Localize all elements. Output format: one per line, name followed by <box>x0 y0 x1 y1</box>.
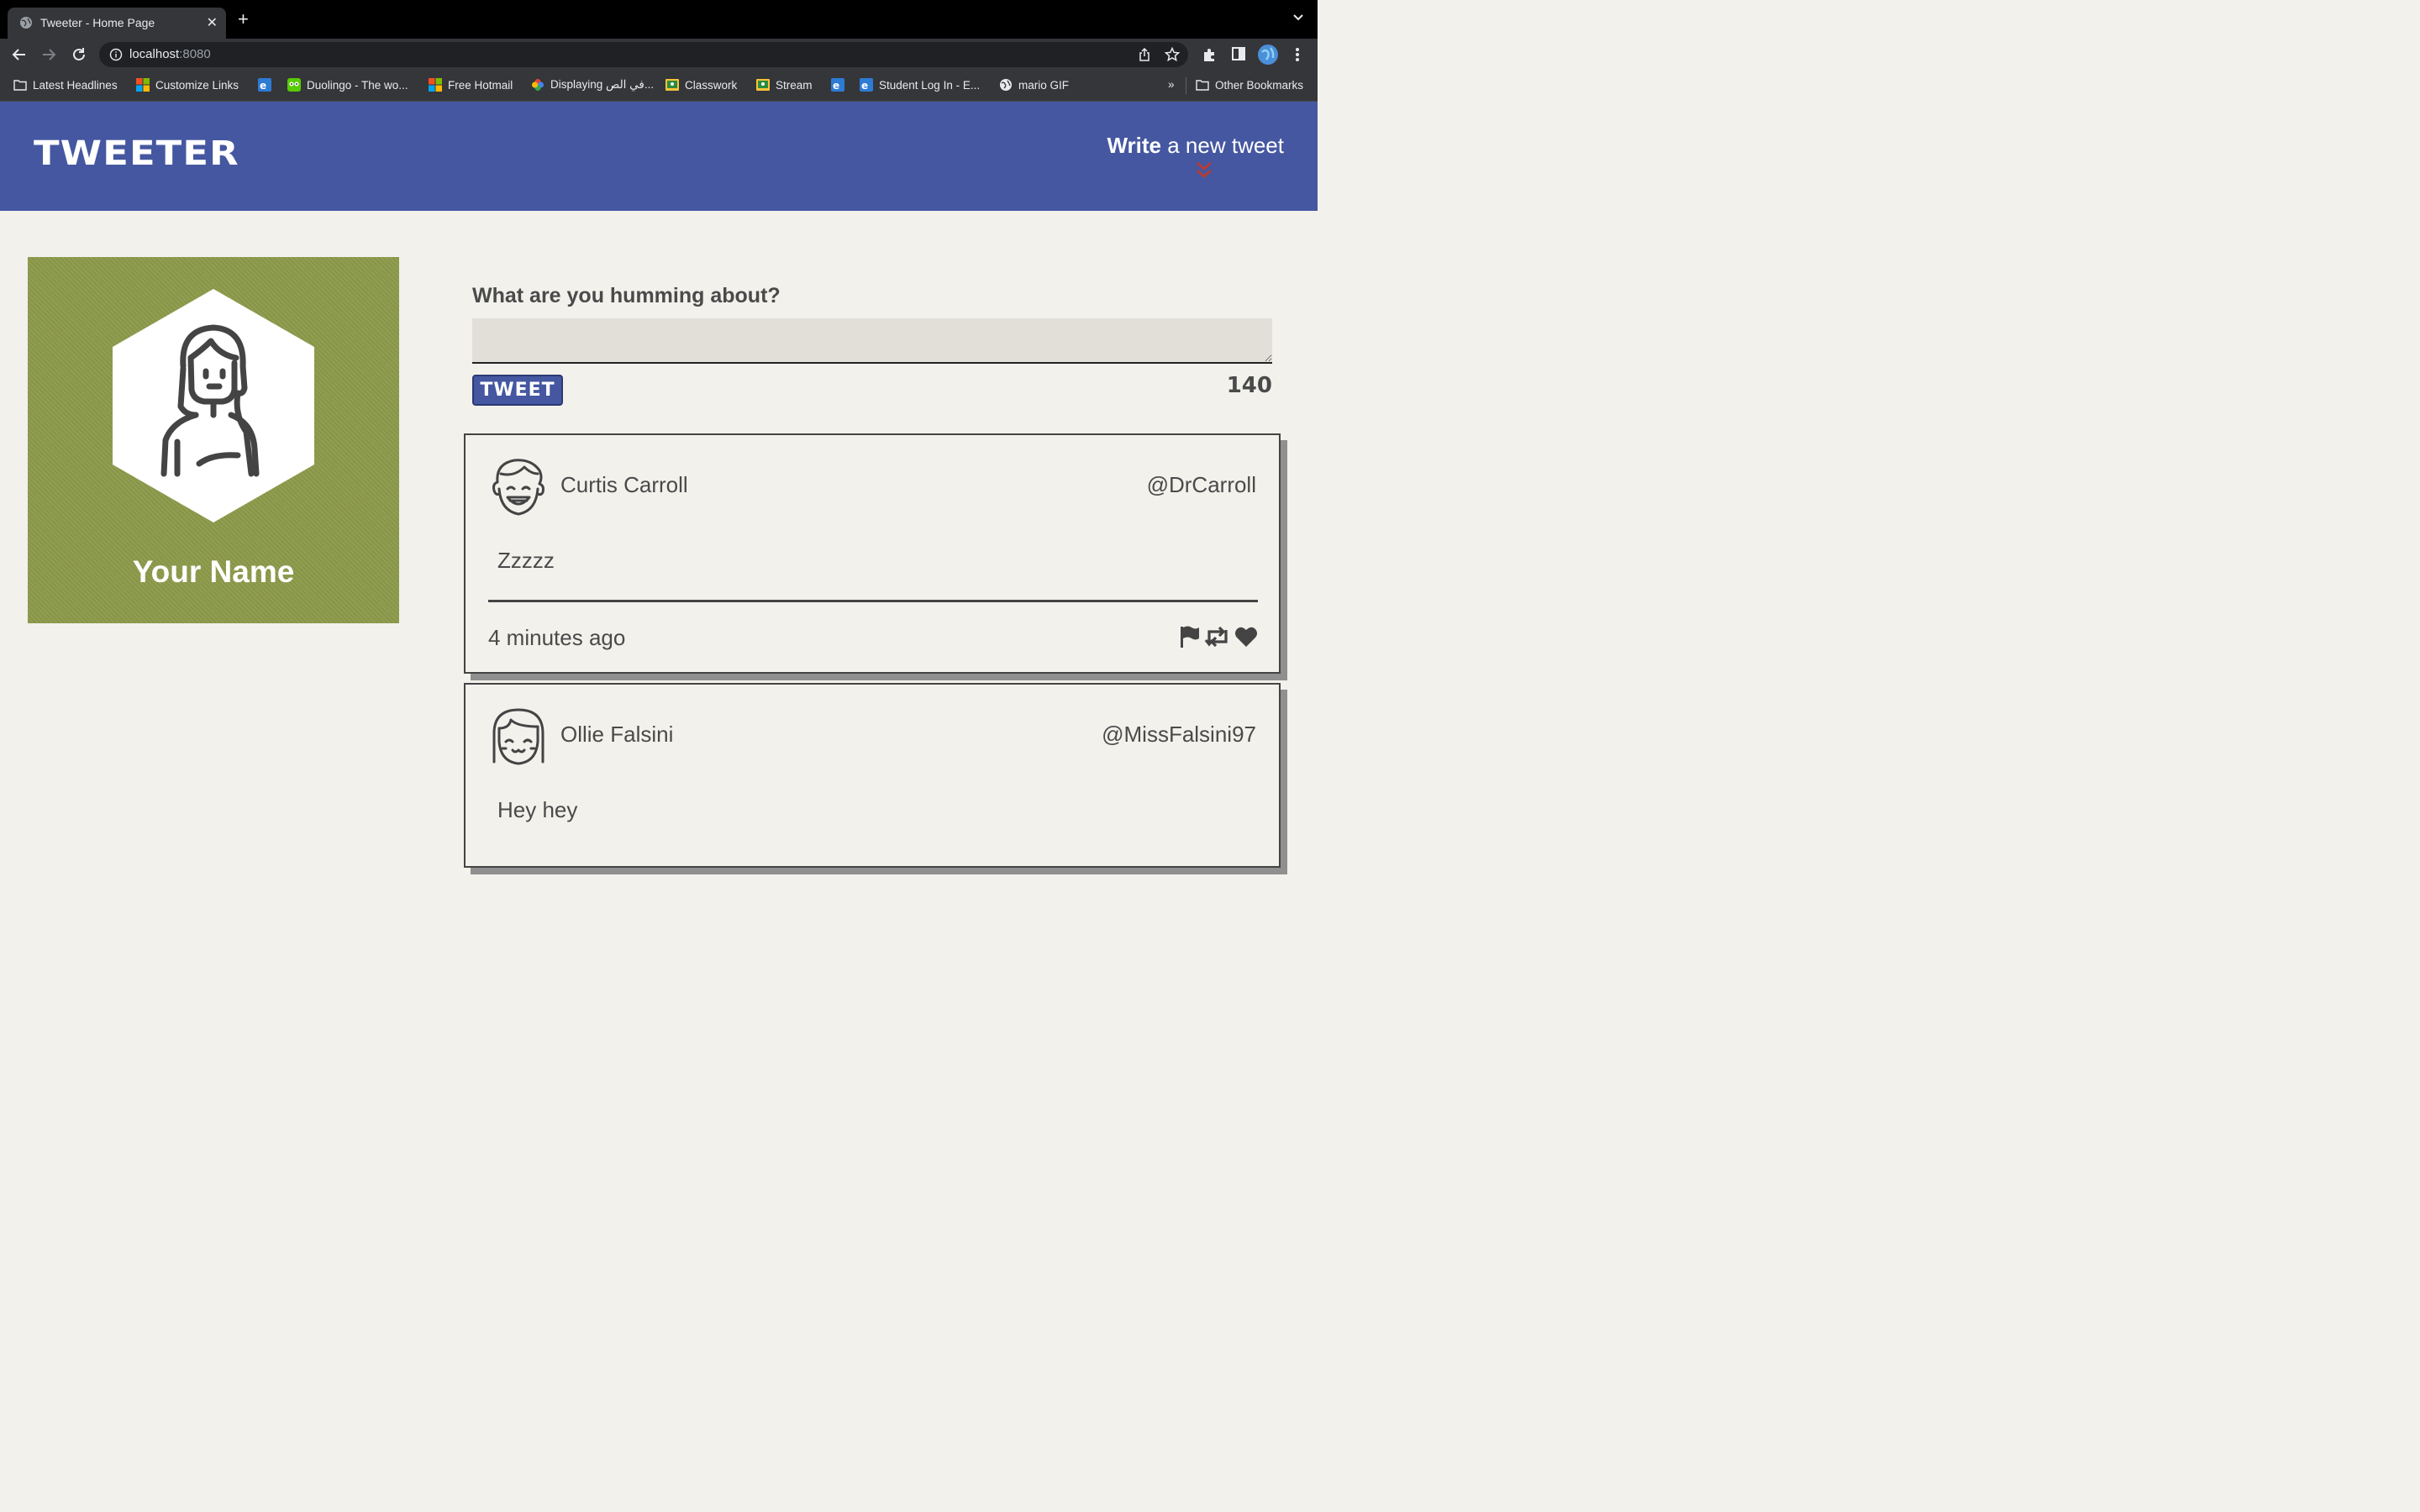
browser-tabstrip: Tweeter - Home Page ✕ + <box>0 0 1318 39</box>
bookmarks-bar: Latest Headlines Customize Links e Duoli… <box>0 71 1318 102</box>
write-rest-label: a new tweet <box>1161 133 1284 158</box>
man-avatar-icon <box>492 459 544 516</box>
side-panel-icon[interactable] <box>1231 46 1246 61</box>
back-icon[interactable] <box>10 45 29 64</box>
bookmark-free-hotmail[interactable]: Free Hotmail <box>429 78 513 92</box>
bookmarks-overflow[interactable]: » <box>1168 78 1175 91</box>
bookmark-other-bookmarks[interactable]: Other Bookmarks <box>1196 78 1303 92</box>
tweet-textarea[interactable] <box>472 318 1272 364</box>
microsoft-icon <box>429 78 442 92</box>
reload-icon[interactable] <box>70 45 88 64</box>
tweet-author-handle: @MissFalsini97 <box>1102 722 1256 747</box>
bookmark-customize-links[interactable]: Customize Links <box>136 78 239 92</box>
classroom-icon <box>666 79 679 91</box>
bookmark-mario-gif[interactable]: mario GIF <box>999 78 1069 92</box>
tweet-author-name: Ollie Falsini <box>560 722 674 747</box>
profile-name: Your Name <box>132 554 295 589</box>
classroom-icon <box>756 79 770 91</box>
flag-icon[interactable] <box>1179 625 1201 648</box>
tweet-divider <box>488 600 1258 602</box>
svg-text:e: e <box>260 80 266 92</box>
char-counter: 140 <box>1226 373 1272 398</box>
bookmark-duolingo[interactable]: Duolingo - The wo... <box>287 78 408 92</box>
write-bold-label: Write <box>1107 133 1162 158</box>
tweet-timestamp: 4 minutes ago <box>488 625 626 650</box>
menu-kebab-icon[interactable] <box>1292 46 1302 63</box>
bookmark-label: Duolingo - The wo... <box>307 78 408 92</box>
pinwheel-icon <box>532 79 544 91</box>
bookmark-label: Other Bookmarks <box>1215 78 1304 92</box>
double-chevron-down-icon[interactable] <box>1195 161 1213 180</box>
retweet-icon[interactable] <box>1204 625 1231 648</box>
bookmark-student-login[interactable]: e Student Log In - E... <box>860 78 980 92</box>
folder-icon <box>13 80 27 91</box>
bookmark-latest-headlines[interactable]: Latest Headlines <box>13 78 118 92</box>
bookmark-edmodo-2[interactable]: e <box>831 78 844 92</box>
tweet-content: Hey hey <box>497 797 578 822</box>
bookmark-star-icon[interactable] <box>1165 47 1180 62</box>
edmodo-icon: e <box>831 78 844 92</box>
tab-title: Tweeter - Home Page <box>40 16 155 29</box>
globe-icon <box>20 17 32 29</box>
bookmark-label: Free Hotmail <box>448 78 513 92</box>
tweet-content: Zzzzz <box>497 548 555 573</box>
tweet-card: Curtis Carroll @DrCarroll Zzzzz 4 minute… <box>464 433 1281 674</box>
bookmark-edmodo-1[interactable]: e <box>258 78 271 92</box>
bookmark-displaying[interactable]: Displaying في الص... <box>531 78 654 92</box>
browser-toolbar: localhost:8080 <box>0 39 1318 71</box>
bookmark-label: mario GIF <box>1018 78 1070 92</box>
folder-icon <box>1196 80 1209 91</box>
bookmark-label: Displaying في الص... <box>550 78 655 91</box>
edmodo-icon: e <box>860 78 873 92</box>
share-icon[interactable] <box>1138 47 1151 62</box>
svg-text:e: e <box>861 80 868 92</box>
write-new-tweet-link[interactable]: Write a new tweet <box>1107 133 1284 159</box>
profile-avatar-icon[interactable] <box>1258 45 1278 65</box>
bookmark-classwork[interactable]: Classwork <box>666 78 737 92</box>
bookmark-label: Latest Headlines <box>33 78 118 92</box>
duolingo-icon <box>287 78 301 92</box>
woman-avatar-icon <box>492 708 544 765</box>
globe-icon <box>1000 79 1012 91</box>
address-bar[interactable]: localhost:8080 <box>99 42 1188 67</box>
new-tab-button[interactable]: + <box>238 10 249 29</box>
chevron-down-icon[interactable] <box>1292 12 1304 24</box>
tweet-actions <box>1179 625 1258 648</box>
forward-icon[interactable] <box>39 45 58 64</box>
tweet-button[interactable]: TWEET <box>472 375 563 406</box>
bookmark-label: Student Log In - E... <box>879 78 981 92</box>
close-tab-icon[interactable]: ✕ <box>207 14 218 31</box>
bookmark-label: Classwork <box>685 78 738 92</box>
url-text: localhost:8080 <box>129 47 211 61</box>
bookmark-label: Customize Links <box>155 78 239 92</box>
info-icon[interactable] <box>109 48 123 61</box>
edmodo-icon: e <box>258 78 271 92</box>
heart-icon[interactable] <box>1234 626 1258 648</box>
compose-label: What are you humming about? <box>472 284 781 307</box>
bookmark-label: Stream <box>776 78 813 92</box>
tweet-card: Ollie Falsini @MissFalsini97 Hey hey <box>464 683 1281 868</box>
tweet-author-name: Curtis Carroll <box>560 472 688 497</box>
profile-avatar <box>113 289 314 522</box>
extensions-icon[interactable] <box>1202 46 1218 63</box>
browser-tab[interactable]: Tweeter - Home Page ✕ <box>8 8 226 39</box>
bookmark-stream[interactable]: Stream <box>756 78 813 92</box>
overflow-label: » <box>1168 78 1175 91</box>
tweet-author-handle: @DrCarroll <box>1146 472 1256 497</box>
site-logo[interactable]: TWEETER <box>34 134 239 173</box>
svg-text:e: e <box>833 80 839 92</box>
microsoft-icon <box>136 78 150 92</box>
